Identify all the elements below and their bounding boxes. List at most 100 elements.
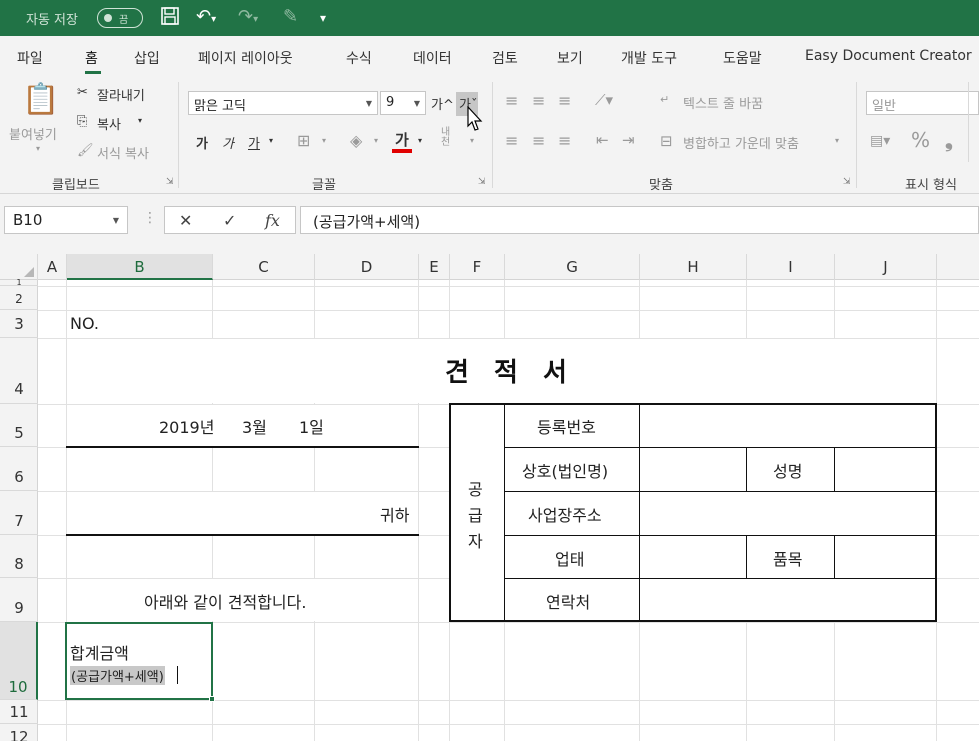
column-header-b[interactable]: B bbox=[67, 254, 213, 280]
select-all-button[interactable] bbox=[0, 254, 38, 280]
fill-color-dropdown-icon[interactable]: ▾ bbox=[374, 136, 378, 145]
accounting-format-icon[interactable]: ▤▾ bbox=[870, 133, 890, 149]
enter-icon[interactable]: ✓ bbox=[223, 211, 236, 230]
row-header-3[interactable]: 3 bbox=[0, 310, 38, 338]
font-color-button[interactable]: 가 bbox=[395, 129, 409, 150]
align-right-icon[interactable]: ≡ bbox=[558, 131, 571, 150]
undo-icon[interactable]: ↶▾ bbox=[196, 6, 216, 27]
active-cell-b10[interactable]: 합계금액 (공급가액+세액) bbox=[65, 622, 215, 702]
worksheet-grid[interactable]: NO. 견 적 서 2019년 3월 1일 귀하 아래와 같이 견적합니다. 공… bbox=[38, 280, 979, 741]
cancel-icon[interactable]: ✕ bbox=[179, 211, 192, 230]
row-header-9[interactable]: 9 bbox=[0, 578, 38, 622]
customize-qat-icon[interactable]: ▾ bbox=[320, 11, 326, 25]
alignment-group-label: 맞춤 bbox=[649, 178, 673, 193]
fill-handle[interactable] bbox=[209, 696, 215, 702]
name-box[interactable]: B10 ▼ bbox=[4, 206, 128, 234]
alignment-launcher-icon[interactable]: ⇲ bbox=[843, 177, 851, 187]
font-color-dropdown-icon[interactable]: ▾ bbox=[418, 136, 422, 145]
phonetic-button[interactable]: 내천 bbox=[441, 128, 457, 148]
font-name-combo[interactable]: 맑은 고딕 ▼ bbox=[188, 91, 378, 115]
column-header-d[interactable]: D bbox=[315, 254, 419, 280]
row-header-2[interactable]: 2 bbox=[0, 286, 38, 310]
cut-button[interactable]: 잘라내기 bbox=[97, 85, 145, 104]
merge-dropdown-icon[interactable]: ▾ bbox=[835, 136, 839, 145]
row-header-7[interactable]: 7 bbox=[0, 491, 38, 535]
copy-icon[interactable]: ⎘ bbox=[77, 114, 87, 129]
percent-button[interactable]: % bbox=[911, 128, 930, 152]
column-header-e[interactable]: E bbox=[419, 254, 450, 280]
column-header-i[interactable]: I bbox=[747, 254, 835, 280]
column-header-k[interactable] bbox=[937, 254, 979, 280]
merge-center-button[interactable]: 병합하고 가운데 맞춤 bbox=[683, 133, 799, 152]
align-bottom-icon[interactable]: ≡ bbox=[558, 91, 571, 110]
tab-file[interactable]: 파일 bbox=[17, 48, 43, 68]
align-center-icon[interactable]: ≡ bbox=[532, 131, 545, 150]
underline-button[interactable]: 가 bbox=[248, 133, 260, 152]
align-middle-icon[interactable]: ≡ bbox=[532, 91, 545, 110]
underline-dropdown-icon[interactable]: ▾ bbox=[269, 136, 273, 145]
tab-easy-document-creator[interactable]: Easy Document Creator bbox=[805, 48, 972, 64]
pen-icon[interactable]: ✎ bbox=[283, 6, 298, 27]
tab-insert[interactable]: 삽입 bbox=[134, 48, 160, 68]
tab-developer[interactable]: 개발 도구 bbox=[621, 48, 677, 68]
row-header-11[interactable]: 11 bbox=[0, 700, 38, 724]
row-header-8[interactable]: 8 bbox=[0, 535, 38, 578]
gridline bbox=[38, 286, 979, 287]
table-border bbox=[504, 404, 505, 621]
supplier-label-2: 급 bbox=[468, 506, 483, 525]
row-header-6[interactable]: 6 bbox=[0, 447, 38, 491]
borders-dropdown-icon[interactable]: ▾ bbox=[322, 136, 326, 145]
increase-indent-icon[interactable]: ⇥ bbox=[622, 131, 635, 149]
save-icon[interactable] bbox=[160, 6, 180, 31]
column-header-a[interactable]: A bbox=[38, 254, 67, 280]
number-format-combo[interactable]: 일반 bbox=[866, 91, 979, 115]
tab-page-layout[interactable]: 페이지 레이아웃 bbox=[198, 48, 293, 68]
orientation-icon[interactable]: ⟋▾ bbox=[595, 91, 613, 109]
cut-icon[interactable]: ✂ bbox=[77, 85, 88, 100]
copy-dropdown-icon[interactable]: ▾ bbox=[138, 116, 142, 125]
wrap-text-button[interactable]: 텍스트 줄 바꿈 bbox=[683, 93, 763, 112]
clipboard-launcher-icon[interactable]: ⇲ bbox=[166, 177, 174, 187]
row-header-10[interactable]: 10 bbox=[0, 622, 38, 700]
insert-function-icon[interactable]: fx bbox=[265, 211, 280, 230]
paste-icon[interactable]: 📋 bbox=[22, 82, 59, 117]
row-header-4[interactable]: 4 bbox=[0, 338, 38, 404]
active-tab-indicator bbox=[85, 71, 101, 74]
grow-font-button[interactable]: 가^ bbox=[431, 94, 454, 113]
autosave-toggle[interactable]: 끔 bbox=[97, 8, 143, 28]
format-painter-icon[interactable]: 🖌 bbox=[77, 143, 94, 158]
column-header-h[interactable]: H bbox=[640, 254, 747, 280]
italic-button[interactable]: 가 bbox=[222, 133, 234, 152]
phonetic-dropdown-icon[interactable]: ▾ bbox=[470, 136, 474, 145]
font-launcher-icon[interactable]: ⇲ bbox=[478, 177, 486, 187]
chevron-down-icon: ▼ bbox=[112, 216, 119, 225]
paste-dropdown-icon[interactable]: ▾ bbox=[36, 144, 40, 153]
column-header-f[interactable]: F bbox=[450, 254, 505, 280]
tab-formulas[interactable]: 수식 bbox=[346, 48, 372, 68]
column-header-c[interactable]: C bbox=[213, 254, 315, 280]
formula-input[interactable]: (공급가액+세액) bbox=[300, 206, 979, 234]
paste-button[interactable]: 붙여넣기 bbox=[9, 124, 57, 143]
align-top-icon[interactable]: ≡ bbox=[505, 91, 518, 110]
tab-review[interactable]: 검토 bbox=[492, 48, 518, 68]
tab-data[interactable]: 데이터 bbox=[413, 48, 452, 68]
tab-view[interactable]: 보기 bbox=[557, 48, 583, 68]
formula-bar-grip-icon[interactable]: ⋮ bbox=[143, 210, 157, 226]
fill-color-icon[interactable]: ◈ bbox=[350, 131, 362, 150]
borders-icon[interactable]: ⊞ bbox=[297, 131, 310, 150]
column-header-g[interactable]: G bbox=[505, 254, 640, 280]
column-header-j[interactable]: J bbox=[835, 254, 937, 280]
row-header-12[interactable]: 12 bbox=[0, 724, 38, 741]
font-size-combo[interactable]: 9 ▼ bbox=[380, 91, 426, 115]
decrease-indent-icon[interactable]: ⇤ bbox=[596, 131, 609, 149]
comma-button[interactable]: ❟ bbox=[945, 128, 953, 152]
copy-button[interactable]: 복사 bbox=[97, 114, 121, 133]
align-left-icon[interactable]: ≡ bbox=[505, 131, 518, 150]
redo-icon[interactable]: ↷▾ bbox=[238, 6, 258, 27]
recipient-merged-cell[interactable] bbox=[67, 492, 418, 534]
bold-button[interactable]: 가 bbox=[196, 133, 208, 152]
format-painter-button[interactable]: 서식 복사 bbox=[97, 143, 149, 162]
tab-help[interactable]: 도움말 bbox=[723, 48, 762, 68]
tab-home[interactable]: 홈 bbox=[85, 48, 98, 68]
row-header-5[interactable]: 5 bbox=[0, 404, 38, 447]
